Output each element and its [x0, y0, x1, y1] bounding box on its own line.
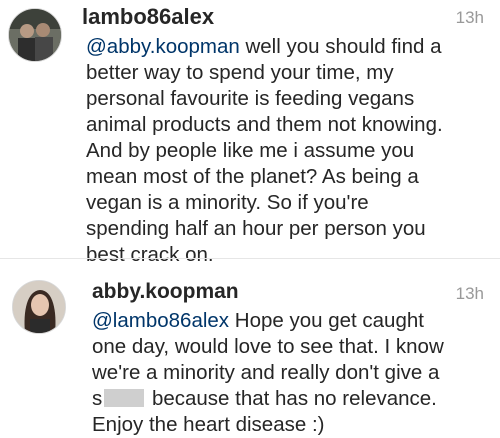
comment-text-line: one day, would love to see that. I know — [92, 335, 444, 358]
comment-text-line: vegan is a minority. So if you're — [86, 191, 369, 214]
comment-text-line: s — [92, 387, 103, 410]
comment-text-line: mean most of the planet? As being a — [86, 165, 419, 188]
comment-divider — [0, 258, 500, 259]
comment-timestamp: 13h — [455, 284, 484, 303]
censor-block — [104, 389, 145, 407]
comment-text-line: Enjoy the heart disease :) — [92, 413, 325, 436]
comment-timestamp: 13h — [455, 8, 484, 27]
avatar-abby-koopman[interactable] — [12, 280, 66, 334]
comment-username[interactable]: abby.koopman — [92, 280, 239, 304]
comment-username[interactable]: lambo86alex — [82, 4, 214, 30]
mention-link[interactable]: @lambo86alex — [92, 309, 229, 332]
comment-text-line: personal favourite is feeding vegans — [86, 87, 415, 110]
comment-text-line: spending half an hour per person you — [86, 217, 426, 240]
comment-text: @abby.koopman well you should find a bet… — [86, 34, 496, 268]
comment-text-line: And by people like me i assume you — [86, 139, 415, 162]
comment-lambo86alex: lambo86alex 13h @abby.koopman well you s… — [0, 0, 500, 266]
comment-text-line: we're a minority and really don't give a — [92, 361, 440, 384]
avatar-lambo86alex[interactable] — [8, 8, 62, 62]
comment-text-line: Hope you get caught — [229, 309, 424, 332]
mention-link[interactable]: @abby.koopman — [86, 35, 240, 58]
comment-text-line: because that has no relevance. — [146, 387, 437, 410]
comment-text: @lambo86alex Hope you get caught one day… — [92, 308, 497, 438]
comment-text-line: better way to spend your time, my — [86, 61, 394, 84]
comment-text-line: well you should find a — [239, 35, 442, 58]
comment-text-line: animal products and them not knowing. — [86, 113, 443, 136]
comment-abby-koopman: abby.koopman 13h @lambo86alex Hope you g… — [0, 262, 500, 436]
